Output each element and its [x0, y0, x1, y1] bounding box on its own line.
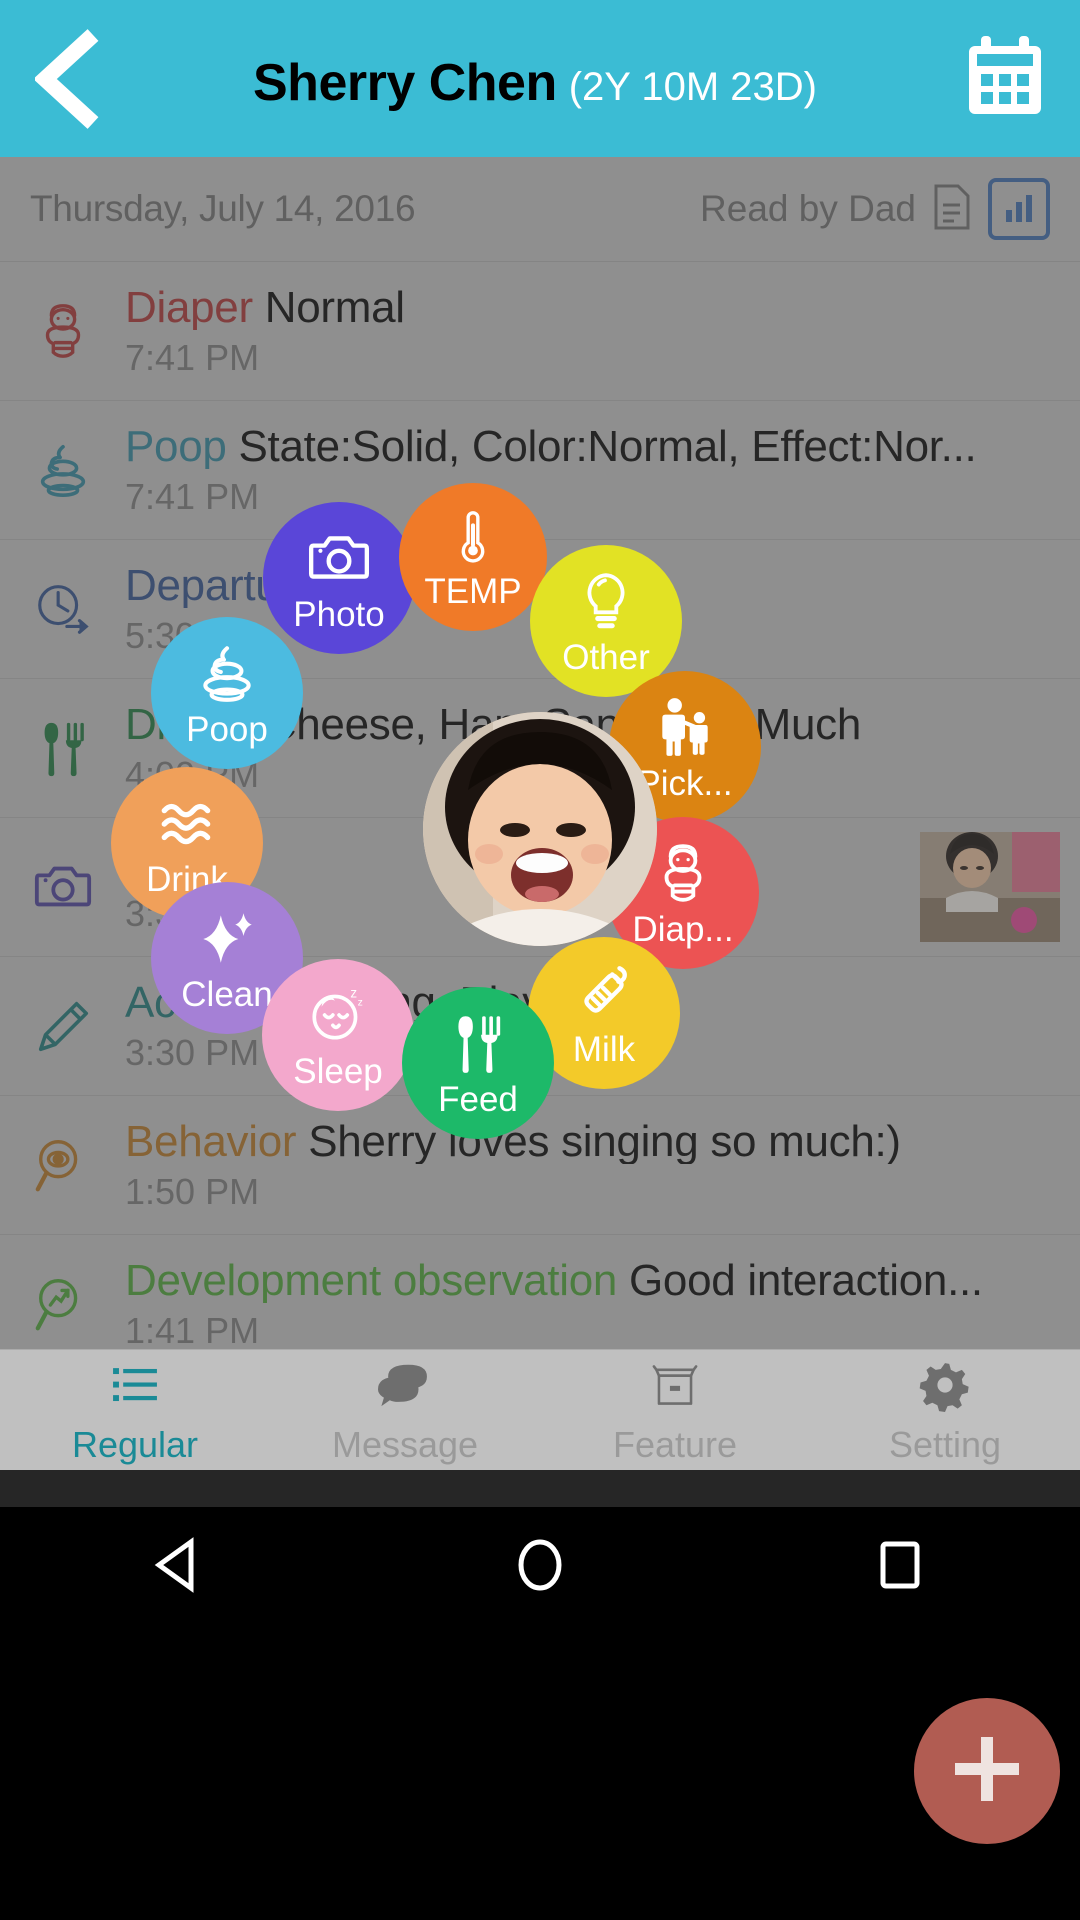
sleep-face-icon: zz: [305, 982, 371, 1048]
sparkle-icon: [194, 905, 260, 971]
circle-home-icon[interactable]: [480, 1520, 600, 1610]
gear-icon: [918, 1358, 972, 1417]
radial-item-feed[interactable]: Feed: [402, 987, 554, 1139]
add-record-fab[interactable]: [914, 1698, 1060, 1844]
nav-tab-setting[interactable]: Setting: [810, 1350, 1080, 1470]
svg-text:z: z: [350, 985, 357, 1000]
chevron-left-icon: [35, 28, 105, 129]
box-icon: [648, 1358, 702, 1417]
square-recents-icon[interactable]: [840, 1520, 960, 1610]
poop-icon: [194, 640, 260, 706]
radial-item-label: Other: [562, 637, 650, 677]
bottom-nav: Regular Message Feature Setting: [0, 1349, 1080, 1470]
radial-item-photo[interactable]: Photo: [263, 502, 415, 654]
radial-item-label: Clean: [181, 974, 273, 1014]
spoon-fork-icon: [445, 1010, 511, 1076]
radial-item-sleep[interactable]: z z Sleep: [262, 959, 414, 1111]
nav-tab-label: Setting: [888, 1423, 1002, 1465]
radial-item-poop[interactable]: Poop: [151, 617, 303, 769]
milk-bottle-icon: [571, 960, 637, 1026]
nav-tab-label: Feature: [612, 1423, 738, 1465]
radial-item-label: Feed: [438, 1079, 518, 1119]
chat-icon: [378, 1358, 432, 1417]
radial-item-label: Diap...: [632, 909, 734, 949]
nav-tab-label: Regular: [71, 1423, 199, 1465]
app-header: Sherry Chen (2Y 10M 23D): [0, 0, 1080, 157]
child-name: Sherry Chen: [253, 53, 557, 112]
svg-text:z: z: [358, 997, 363, 1008]
nav-tab-label: Message: [331, 1423, 479, 1465]
page-title: Sherry Chen (2Y 10M 23D): [140, 53, 930, 113]
child-age: (2Y 10M 23D): [568, 64, 817, 109]
drink-wave-icon: [154, 790, 220, 856]
radial-item-label: Photo: [293, 594, 385, 634]
radial-item-label: Sleep: [293, 1051, 383, 1091]
radial-item-label: TEMP: [424, 571, 522, 611]
nav-tab-feature[interactable]: Feature: [540, 1350, 810, 1470]
nav-tab-message[interactable]: Message: [270, 1350, 540, 1470]
back-button[interactable]: [0, 0, 140, 157]
nav-tab-regular[interactable]: Regular: [0, 1350, 270, 1470]
child-avatar[interactable]: [423, 712, 657, 946]
radial-item-label: Poop: [186, 709, 268, 749]
baby-diaper-icon: [650, 840, 716, 906]
plus-icon: [947, 1729, 1027, 1814]
radial-item-temp[interactable]: TEMP: [399, 483, 547, 631]
lightbulb-icon: [573, 568, 639, 634]
system-nav-bar: [0, 1470, 1080, 1920]
triangle-back-icon[interactable]: [120, 1520, 240, 1610]
calendar-button[interactable]: [930, 0, 1080, 157]
thermometer-icon: [442, 506, 504, 568]
pickup-icon: [652, 694, 718, 760]
camera-icon: [306, 525, 372, 591]
list-icon: [108, 1358, 162, 1417]
radial-item-label: Milk: [572, 1029, 636, 1069]
calendar-icon: [965, 34, 1045, 123]
